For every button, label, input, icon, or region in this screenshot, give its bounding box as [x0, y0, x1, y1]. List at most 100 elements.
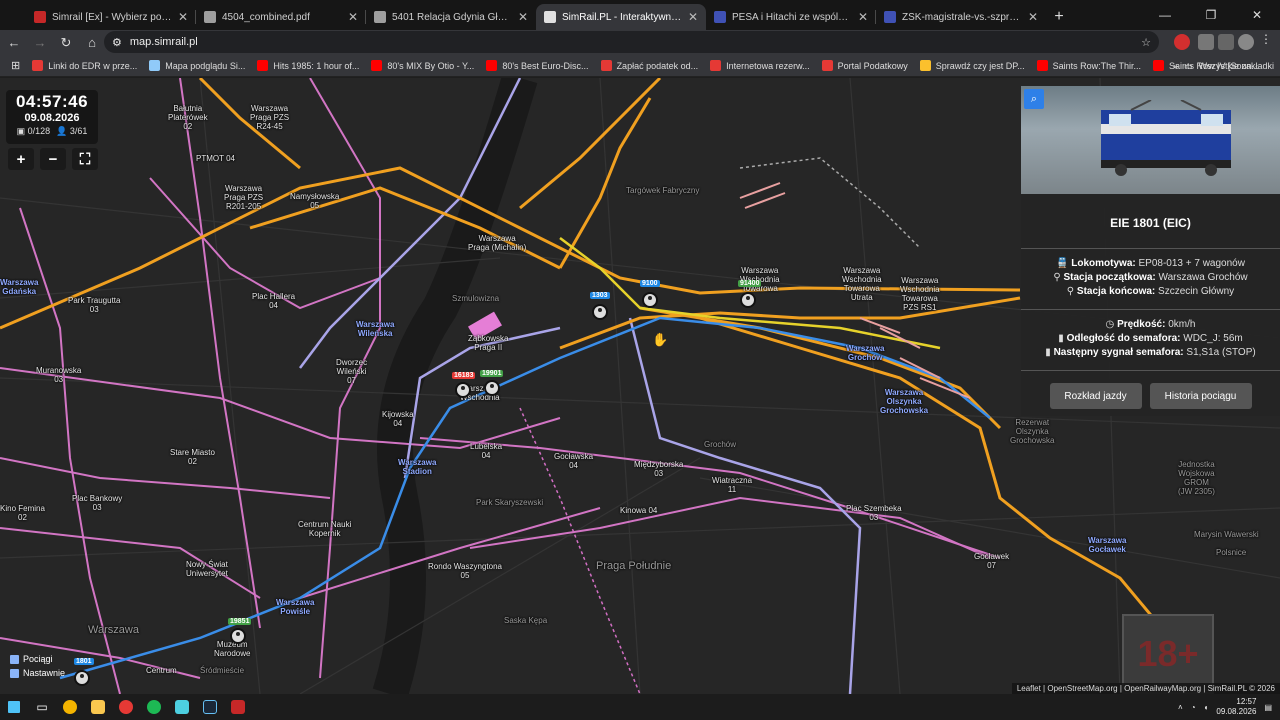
tab[interactable]: 4504_combined.pdf ✕ — [196, 4, 366, 30]
bookmark[interactable]: Linki do EDR w prze... — [27, 60, 142, 71]
windows-start-icon[interactable] — [0, 696, 28, 718]
close-icon[interactable]: ✕ — [518, 10, 528, 24]
chevron-right-icon[interactable]: » — [1173, 61, 1178, 71]
search-icon[interactable]: ⌕ — [1024, 89, 1044, 109]
volume-icon[interactable]: ◖ — [1204, 703, 1209, 712]
bookmark[interactable]: Portal Podatkowy — [817, 60, 913, 71]
sidebar-icon[interactable] — [1218, 34, 1234, 50]
spotify-icon[interactable] — [140, 696, 168, 718]
bookmark[interactable]: 80's Best Euro-Disc... — [481, 60, 593, 71]
map-label: Marysin Wawerski — [1194, 530, 1259, 539]
map-label: Bałutnia Platerówek 02 — [168, 104, 208, 131]
map-label: PTMOT 04 — [196, 154, 235, 163]
train-marker[interactable] — [455, 382, 471, 398]
zoom-out-button[interactable]: − — [40, 148, 66, 170]
train-marker[interactable] — [484, 380, 500, 396]
all-bookmarks-link[interactable]: Wszystkie zakładki — [1198, 61, 1274, 71]
layer-trains-toggle[interactable]: Pociągi — [10, 652, 65, 666]
train-history-button[interactable]: Historia pociągu — [1149, 383, 1252, 409]
checkbox-icon[interactable] — [10, 654, 19, 664]
bookmark-favicon-icon — [919, 60, 931, 71]
schedule-button[interactable]: Rozkład jazdy — [1049, 383, 1142, 409]
bookmark[interactable]: 80's MIX By Otio - Y... — [366, 60, 479, 71]
url-bar[interactable]: ⚙ map.simrail.pl ☆ — [104, 31, 1159, 53]
steam-icon[interactable] — [196, 696, 224, 718]
layer-signals-toggle[interactable]: Nastawnie — [10, 666, 65, 680]
forward-icon[interactable]: → — [28, 31, 52, 55]
notifications-icon[interactable]: ▤ — [1264, 703, 1272, 712]
map-label: Szmulowizna — [452, 294, 500, 303]
task-view-icon[interactable]: ▭ — [28, 696, 56, 718]
app-icon[interactable] — [168, 696, 196, 718]
tab[interactable]: ZSK-magistrale-vs.-szprychy-p ✕ — [876, 4, 1046, 30]
map-label: Park Traugutta 03 — [68, 296, 121, 314]
train-badge[interactable]: 1801 — [74, 658, 94, 665]
taskbar-clock[interactable]: 12:57 09.08.2026 — [1216, 697, 1256, 717]
train-badge[interactable]: 9100 — [640, 280, 660, 287]
close-window-icon[interactable]: ✕ — [1234, 0, 1280, 30]
home-icon[interactable]: ⌂ — [80, 31, 104, 55]
profile-icon[interactable] — [1238, 34, 1254, 50]
tab[interactable]: Simrail [Ex] - Wybierz pociąg ✕ — [26, 4, 196, 30]
close-icon[interactable]: ✕ — [178, 10, 188, 24]
minimize-icon[interactable]: — — [1142, 0, 1188, 30]
maximize-icon[interactable]: ❐ — [1188, 0, 1234, 30]
checkbox-icon[interactable] — [10, 668, 19, 678]
close-icon[interactable]: ✕ — [1028, 10, 1038, 24]
fullscreen-button[interactable]: ⛶ — [72, 148, 98, 170]
train-marker[interactable] — [230, 628, 246, 644]
bookmark[interactable]: Mapa podglądu Si... — [144, 60, 250, 71]
bookmark-favicon-icon — [149, 60, 161, 71]
tab-active[interactable]: SimRail.PL - Interaktywna mapa ✕ — [536, 4, 706, 30]
bookmark[interactable]: Sprawdź czy jest DP... — [915, 60, 1030, 71]
tab[interactable]: PESA i Hitachi ze wspólną ofert ✕ — [706, 4, 876, 30]
map-label: Centrum Nauki Kopernik — [298, 520, 352, 538]
tab-title: PESA i Hitachi ze wspólną ofert — [732, 11, 852, 23]
taskbar: ▭ ˄ ◔ ◖ 12:57 09.08.2026 ▤ — [0, 694, 1280, 720]
apps-icon[interactable]: ⊞ — [6, 59, 25, 72]
close-icon[interactable]: ✕ — [688, 10, 698, 24]
reload-icon[interactable]: ↻ — [54, 31, 78, 55]
vivaldi-icon[interactable] — [112, 696, 140, 718]
extensions-puzzle-icon[interactable] — [1198, 34, 1214, 50]
train-marker[interactable] — [74, 670, 90, 686]
train-badge[interactable]: 91400 — [738, 280, 762, 287]
bookmark[interactable]: Zapłać podatek od... — [596, 60, 704, 71]
bookmark[interactable]: Saints Row:The Thir... — [1032, 60, 1146, 71]
file-explorer-icon[interactable] — [84, 696, 112, 718]
train-marker[interactable] — [642, 292, 658, 308]
train-badge[interactable]: 1303 — [590, 292, 610, 299]
train-badge[interactable]: 19901 — [480, 370, 504, 377]
close-icon[interactable]: ✕ — [348, 10, 358, 24]
network-icon[interactable]: ◔ — [1191, 703, 1196, 712]
bookmark[interactable]: Hits 1985: 1 hour of... — [252, 60, 364, 71]
train-badge[interactable]: 19851 — [228, 618, 252, 625]
age-rating-badge: 18+ — [1122, 614, 1214, 694]
menu-icon[interactable]: ⋮ — [1260, 32, 1276, 48]
site-info-icon[interactable]: ⚙ — [112, 36, 122, 49]
game-icon[interactable] — [224, 696, 252, 718]
map-label: Rondo Waszyngtona 05 — [428, 562, 502, 580]
rail-map[interactable]: 04:57:46 09.08.2026 ▣ 0/128 👤 3/61 + − ⛶… — [0, 78, 1280, 694]
extension-icon[interactable] — [1174, 34, 1190, 50]
new-tab-button[interactable]: + — [1046, 4, 1072, 30]
train-marker[interactable] — [740, 292, 756, 308]
chrome-icon[interactable] — [56, 696, 84, 718]
tab[interactable]: 5401 Relacja Gdynia Główna - C ✕ — [366, 4, 536, 30]
close-icon[interactable]: ✕ — [858, 10, 868, 24]
chevron-up-icon[interactable]: ˄ — [1178, 703, 1183, 712]
train-badge[interactable]: 16183 — [452, 372, 476, 379]
bookmark-star-icon[interactable]: ☆ — [1141, 36, 1151, 49]
back-icon[interactable]: ← — [2, 31, 26, 55]
zoom-in-button[interactable]: + — [8, 148, 34, 170]
map-label: Park Skaryszewski — [476, 498, 544, 507]
url-text: map.simrail.pl — [129, 36, 198, 48]
map-pin-icon: ⚲ — [1066, 286, 1075, 297]
signal-icon: ▮ — [1045, 347, 1051, 358]
bookmark-favicon-icon — [600, 60, 612, 71]
bookmark[interactable]: Internetowa rezerw... — [705, 60, 815, 71]
tab-title: SimRail.PL - Interaktywna mapa — [562, 11, 682, 23]
tab-favicon-icon — [374, 11, 386, 23]
train-marker[interactable] — [592, 304, 608, 320]
tab-favicon-icon — [714, 11, 726, 23]
